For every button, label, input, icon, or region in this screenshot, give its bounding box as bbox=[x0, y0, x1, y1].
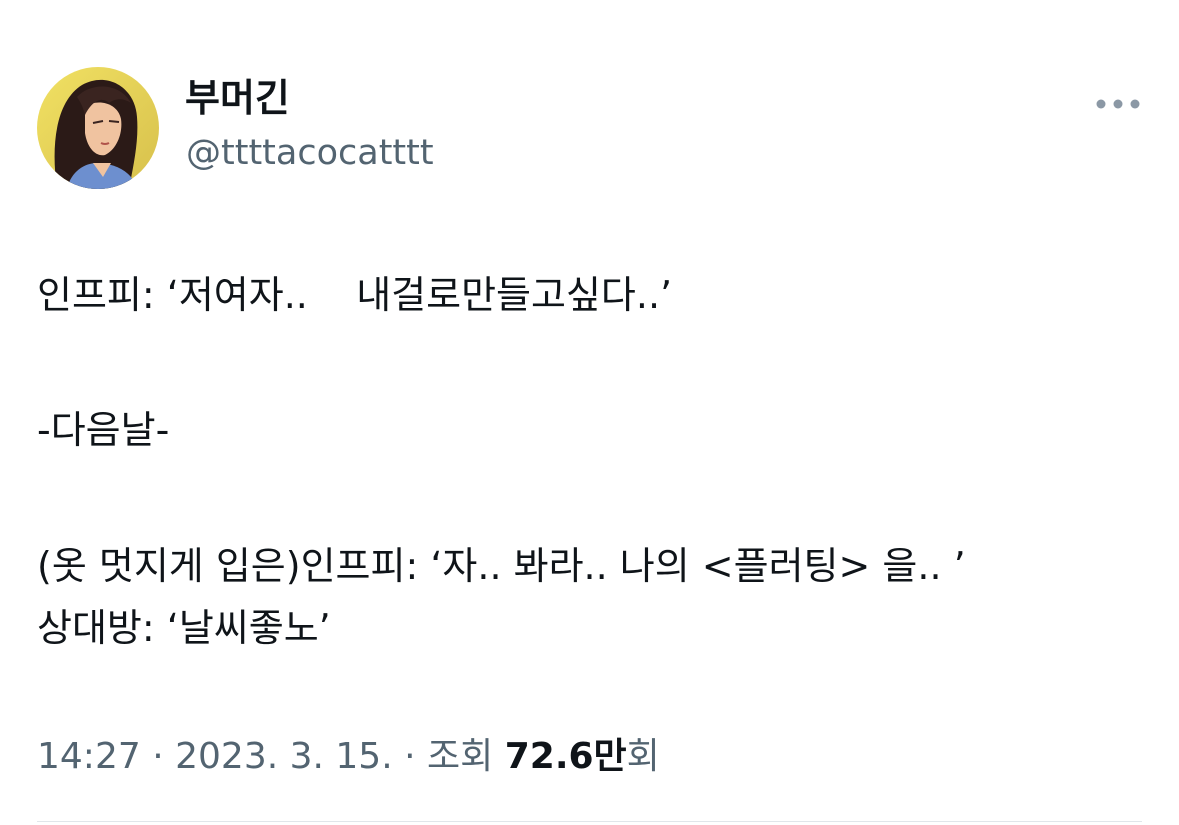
tweet-text-line: (옷 멋지게 입은)인프피: ‘자.. 봐라.. 나의 <플러팅> 을.. ’ bbox=[37, 544, 966, 588]
tweet-text-line: -다음날- bbox=[37, 408, 170, 452]
more-options-button[interactable] bbox=[1090, 84, 1146, 124]
meta-separator: · bbox=[152, 736, 164, 777]
views-label: 조회 bbox=[427, 736, 494, 777]
tweet-time[interactable]: 14:27 bbox=[37, 736, 141, 777]
author-handle[interactable]: @ttttacocatttt bbox=[186, 131, 434, 175]
avatar[interactable] bbox=[37, 67, 159, 189]
tweet-text-line: 인프피: ‘저여자.. 내걸로만들고싶다..’ bbox=[37, 273, 673, 317]
views-count: 72.6만 bbox=[504, 736, 627, 777]
views-suffix: 회 bbox=[626, 736, 660, 777]
meta-separator: · bbox=[404, 736, 416, 777]
tweet-text-line: 상대방: ‘날씨좋노’ bbox=[37, 606, 331, 650]
tweet-date[interactable]: 2023. 3. 15. bbox=[175, 736, 393, 777]
divider bbox=[37, 821, 1142, 822]
more-horizontal-icon bbox=[1096, 99, 1140, 109]
avatar-image bbox=[37, 67, 159, 189]
author-display-name[interactable]: 부머긴 bbox=[185, 74, 290, 122]
tweet-metadata: 14:27 · 2023. 3. 15. · 조회 72.6만회 bbox=[37, 734, 660, 780]
